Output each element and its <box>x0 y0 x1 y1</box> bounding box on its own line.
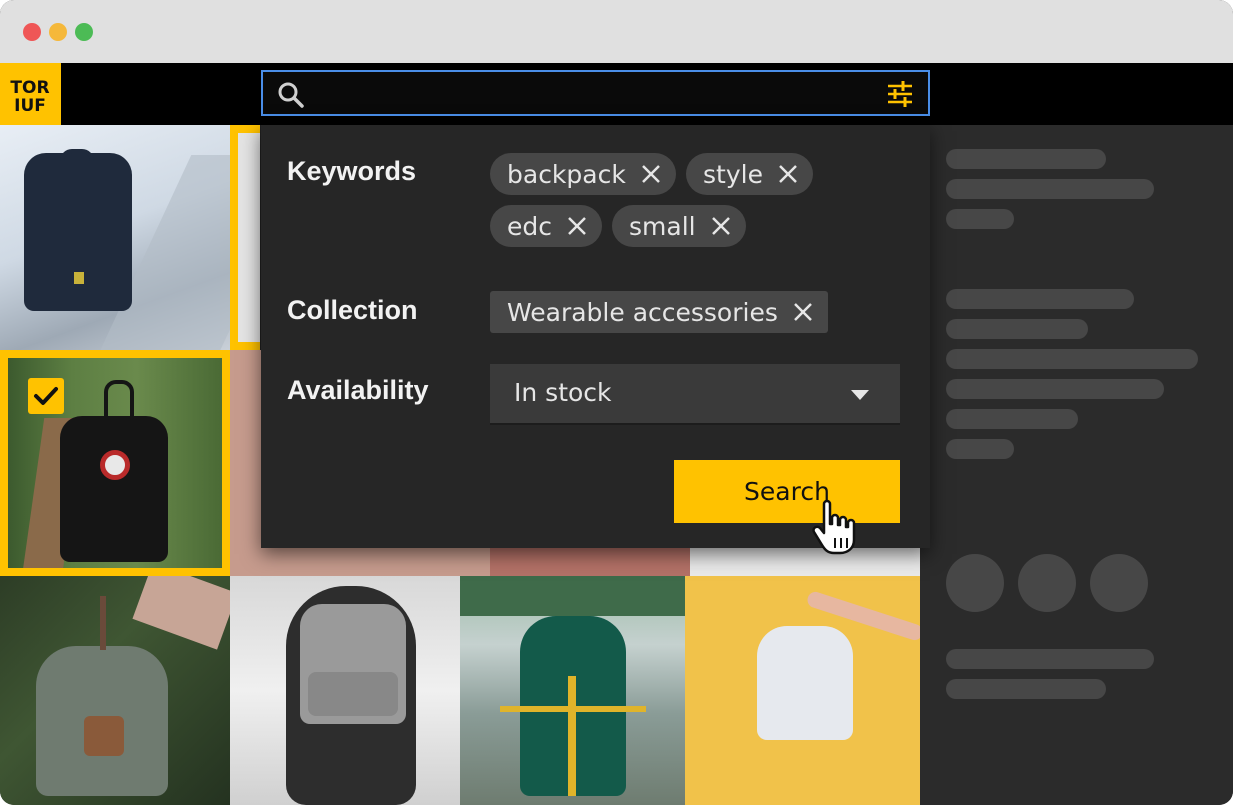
skeleton-line <box>946 289 1134 309</box>
product-tile-gray-backpack-chair[interactable] <box>230 576 460 805</box>
search-button[interactable]: Search <box>674 460 900 523</box>
minimize-window-button[interactable] <box>49 23 67 41</box>
hand-pointer-icon <box>812 499 856 555</box>
keyword-chip-label: small <box>629 211 696 241</box>
collection-chip[interactable]: Wearable accessories <box>490 291 828 333</box>
skeleton-avatar <box>1018 554 1076 612</box>
skeleton-line <box>946 679 1106 699</box>
close-icon[interactable] <box>640 163 662 185</box>
sliders-icon[interactable] <box>886 80 914 108</box>
details-placeholder-panel <box>920 125 1233 805</box>
keyword-chip[interactable]: backpack <box>490 153 676 195</box>
skeleton-line <box>946 409 1078 429</box>
zoom-window-button[interactable] <box>75 23 93 41</box>
skeleton-line <box>946 319 1088 339</box>
product-tile-partial[interactable] <box>230 125 260 350</box>
product-tile-canvas-rucksack[interactable] <box>0 576 230 805</box>
skeleton-line <box>946 379 1164 399</box>
search-bar[interactable] <box>261 70 930 116</box>
close-icon[interactable] <box>566 215 588 237</box>
keyword-chip-label: edc <box>507 211 552 241</box>
product-tile-white-backpack[interactable] <box>685 576 920 805</box>
skeleton-line <box>946 149 1106 169</box>
keyword-chip[interactable]: style <box>686 153 813 195</box>
logo-icon: TOR IUF <box>10 78 49 116</box>
availability-label: Availability <box>287 375 429 405</box>
close-icon[interactable] <box>710 215 732 237</box>
skeleton-line <box>946 439 1014 459</box>
keyword-chip-label: style <box>703 159 763 189</box>
skeleton-line <box>946 179 1154 199</box>
collection-chip-label: Wearable accessories <box>507 297 778 327</box>
close-icon[interactable] <box>792 301 814 323</box>
app-header: TOR IUF <box>0 63 1233 125</box>
skeleton-line <box>946 649 1154 669</box>
skeleton-avatar <box>946 554 1004 612</box>
collection-label: Collection <box>287 295 418 325</box>
window-titlebar <box>0 0 1233 63</box>
skeleton-line <box>946 209 1014 229</box>
search-icon <box>278 82 304 108</box>
keywords-label: Keywords <box>287 156 417 186</box>
svg-text:TOR: TOR <box>10 78 49 98</box>
product-tile-green-pack[interactable] <box>460 576 685 805</box>
availability-selected-value: In stock <box>514 378 612 407</box>
selected-checkbox[interactable] <box>28 378 64 414</box>
search-input[interactable] <box>319 76 859 110</box>
advanced-search-panel: Keywords backpack style edc small Collec… <box>261 125 930 548</box>
close-icon[interactable] <box>777 163 799 185</box>
chevron-down-icon <box>851 390 869 400</box>
checkmark-icon <box>34 387 58 405</box>
keyword-chip[interactable]: small <box>612 205 746 247</box>
skeleton-avatar <box>1090 554 1148 612</box>
keyword-chip[interactable]: edc <box>490 205 602 247</box>
keyword-chip-label: backpack <box>507 159 626 189</box>
product-tile-navy-backpack[interactable] <box>0 125 230 350</box>
availability-select[interactable]: In stock <box>490 364 900 425</box>
skeleton-line <box>946 349 1198 369</box>
svg-text:IUF: IUF <box>14 96 46 116</box>
brand-logo[interactable]: TOR IUF <box>0 63 61 125</box>
browser-window: TOR IUF Keywords backpack style edc smal… <box>0 0 1233 805</box>
close-window-button[interactable] <box>23 23 41 41</box>
